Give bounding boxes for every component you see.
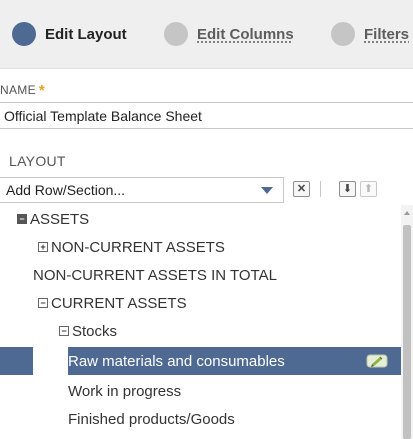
chevron-down-icon	[261, 186, 273, 194]
collapse-icon[interactable]: −	[17, 214, 27, 224]
step-edit-columns[interactable]: Edit Columns	[164, 21, 294, 47]
step-tabs-bar: Edit Layout Edit Columns Filters	[0, 0, 413, 69]
toolbar-divider	[320, 181, 321, 197]
required-mark: *	[38, 82, 46, 99]
move-down-button[interactable]: ⬇	[339, 181, 356, 197]
tree-row-raw-materials[interactable]: Raw materials and consumables	[0, 347, 401, 375]
arrow-up-icon: ⬆	[363, 182, 374, 195]
tree-row-work-in-progress[interactable]: Work in progress	[0, 377, 401, 405]
collapse-icon[interactable]: −	[59, 326, 69, 336]
scroll-up-icon[interactable]	[404, 211, 410, 215]
step-edit-layout[interactable]: Edit Layout	[12, 21, 127, 47]
move-up-button[interactable]: ⬆	[360, 181, 377, 197]
tree-row-label: NON-CURRENT ASSETS IN TOTAL	[33, 266, 277, 284]
layout-section-label: LAYOUT	[9, 153, 66, 169]
step-label: Edit Layout	[45, 25, 127, 43]
step-filters[interactable]: Filters	[331, 21, 409, 47]
tree-row-label: Work in progress	[68, 382, 182, 400]
name-field-label: NAME *	[0, 82, 45, 99]
tree-row-current-assets[interactable]: − CURRENT ASSETS	[0, 289, 401, 317]
tree-row-label: NON-CURRENT ASSETS	[51, 238, 225, 256]
close-icon: ✕	[296, 182, 307, 195]
step-indicator-icon	[331, 22, 355, 46]
tree-row-label: CURRENT ASSETS	[51, 294, 187, 312]
layout-tree: − ASSETS + NON-CURRENT ASSETS NON-CURREN…	[0, 205, 401, 439]
arrow-down-icon: ⬇	[342, 182, 353, 195]
tree-row-label: Stocks	[72, 322, 118, 340]
tree-row-non-current-assets-total[interactable]: NON-CURRENT ASSETS IN TOTAL	[0, 261, 401, 289]
tree-row-stocks[interactable]: − Stocks	[0, 317, 401, 345]
tree-row-non-current-assets[interactable]: + NON-CURRENT ASSETS	[0, 233, 401, 261]
step-label: Edit Columns	[197, 25, 294, 43]
name-input[interactable]	[0, 102, 413, 129]
tree-row-label: Raw materials and consumables	[68, 352, 285, 370]
edit-pencil-icon[interactable]	[366, 353, 388, 369]
tree-scrollbar[interactable]	[401, 205, 413, 439]
step-indicator-icon	[164, 22, 188, 46]
name-label-text: NAME	[0, 83, 36, 97]
tree-row-label: ASSETS	[30, 210, 90, 228]
step-indicator-icon	[12, 22, 36, 46]
add-select-value: Add Row/Section...	[6, 182, 126, 198]
tree-row-finished-products[interactable]: Finished products/Goods	[0, 405, 401, 433]
remove-row-button[interactable]: ✕	[293, 181, 310, 197]
row-name-editor	[33, 347, 68, 375]
scrollbar-thumb[interactable]	[403, 225, 411, 439]
step-label: Filters	[364, 25, 410, 43]
tree-row-label: Finished products/Goods	[68, 410, 235, 428]
tree-row-assets[interactable]: − ASSETS	[0, 205, 401, 233]
collapse-icon[interactable]: −	[38, 298, 48, 308]
expand-icon[interactable]: +	[38, 242, 48, 252]
add-row-section-select[interactable]: Add Row/Section...	[0, 177, 284, 203]
